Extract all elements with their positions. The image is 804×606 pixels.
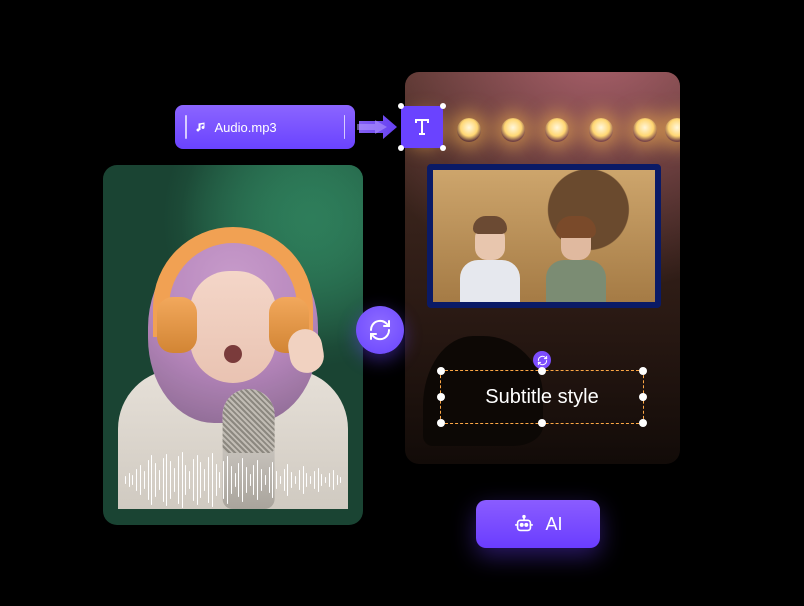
flow-arrow-icon (357, 112, 399, 142)
swap-button[interactable] (356, 306, 404, 354)
string-lights (405, 118, 680, 152)
selection-handle[interactable] (437, 367, 445, 375)
audio-mini-waveform (285, 116, 336, 138)
subtitle-label: Subtitle style (485, 386, 598, 409)
selection-handle[interactable] (440, 103, 446, 109)
clip-grip-left[interactable] (185, 115, 187, 139)
podcast-card (103, 165, 363, 525)
text-t-icon (410, 115, 434, 139)
audio-clip-chip[interactable]: Audio.mp3 (175, 105, 355, 149)
selection-handle[interactable] (437, 419, 445, 427)
swap-arrows-icon (368, 318, 392, 342)
selection-handle[interactable] (437, 393, 445, 401)
clip-grip-right[interactable] (344, 115, 346, 139)
movie-screen (427, 164, 661, 308)
selection-handle[interactable] (398, 103, 404, 109)
stage: Subtitle style Audio.mp3 (0, 0, 804, 606)
music-note-icon (195, 121, 207, 133)
selection-handle[interactable] (440, 145, 446, 151)
subtitle-text-box[interactable]: Subtitle style (440, 370, 644, 424)
selection-handle[interactable] (639, 419, 647, 427)
selection-handle[interactable] (538, 419, 546, 427)
movie-person-1 (459, 224, 521, 302)
selection-handle[interactable] (639, 393, 647, 401)
ai-button[interactable]: AI (476, 500, 600, 548)
ai-button-label: AI (545, 514, 562, 535)
audio-filename: Audio.mp3 (215, 120, 277, 135)
movie-person-2 (545, 224, 607, 302)
selection-handle[interactable] (538, 367, 546, 375)
selection-handle[interactable] (398, 145, 404, 151)
robot-icon (513, 513, 535, 535)
text-element-chip[interactable] (401, 106, 443, 148)
selection-handle[interactable] (639, 367, 647, 375)
audio-waveform (125, 451, 341, 509)
